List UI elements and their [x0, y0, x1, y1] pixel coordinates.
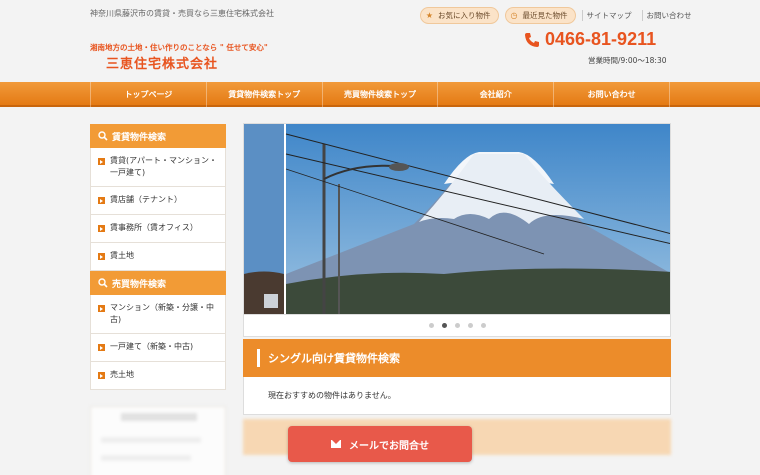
rental-search-heading: 賃貸物件検索	[90, 124, 226, 148]
nav-item-contact[interactable]: お問い合わせ	[553, 82, 670, 107]
arrow-bullet-icon	[98, 305, 105, 312]
nav-item-sale-search[interactable]: 売買物件検索トップ	[321, 82, 438, 107]
sidebar-item-label: 売土地	[110, 370, 134, 379]
slider-dot[interactable]	[480, 323, 486, 328]
star-icon: ★	[425, 10, 434, 20]
sidebar-item-rental-office[interactable]: 賃事務所（賃オフィス）	[90, 215, 226, 243]
mail-button-label: メールでお問合せ	[349, 440, 429, 452]
arrow-bullet-icon	[98, 372, 105, 379]
sidebar-item-label: マンション（新築・分譲・中古)	[110, 303, 214, 324]
section-heading: シングル向け賃貸物件検索	[243, 339, 671, 377]
recent-button[interactable]: ◷ 最近見た物件	[504, 6, 576, 24]
slider-pagination	[243, 315, 671, 337]
mail-icon	[331, 440, 341, 448]
mount-fuji-photo	[244, 124, 670, 314]
search-icon	[98, 131, 108, 141]
slider-dot[interactable]	[467, 323, 473, 328]
nav-item-rental-search[interactable]: 賃貸物件検索トップ	[205, 82, 322, 107]
sidebar-item-rental-store[interactable]: 賃店舗（テナント）	[90, 187, 226, 215]
sidebar-item-label: 賃店舗（テナント）	[110, 195, 182, 204]
sitemap-link[interactable]: サイトマップ	[581, 9, 636, 21]
business-hours: 営業時間/9:00～18:30	[588, 56, 667, 65]
arrow-bullet-icon	[98, 225, 105, 232]
sale-search-title: 売買物件検索	[112, 279, 167, 290]
global-nav: トップページ 賃貸物件検索トップ 売買物件検索トップ 会社紹介 お問い合わせ	[0, 82, 760, 107]
top-links: ★ お気に入り物件 ◷ 最近見た物件 サイトマップ お問い合わせ	[420, 6, 696, 24]
site-logo[interactable]: 三恵住宅株式会社	[106, 53, 218, 72]
heading-accent-bar	[257, 349, 260, 367]
sidebar-item-sale-mansion[interactable]: マンション（新築・分譲・中古)	[90, 295, 226, 334]
sale-search-heading: 売買物件検索	[90, 271, 226, 295]
sidebar-item-label: 一戸建て（新築・中古)	[110, 342, 194, 351]
slider-dot-active[interactable]	[441, 323, 447, 328]
hero-slider[interactable]	[243, 123, 671, 315]
arrow-bullet-icon	[98, 253, 105, 260]
recent-label: 最近見た物件	[522, 10, 568, 20]
search-icon	[98, 278, 108, 288]
sidebar-item-label: 賃貸(アパート・マンション・一戸建て)	[110, 156, 217, 177]
contact-link[interactable]: お問い合わせ	[641, 9, 696, 21]
sidebar: 賃貸物件検索 賃貸(アパート・マンション・一戸建て) 賃店舗（テナント） 賃事務…	[90, 124, 226, 475]
favorites-button[interactable]: ★ お気に入り物件	[420, 6, 499, 24]
sidebar-item-label: 賃事務所（賃オフィス）	[110, 223, 198, 232]
slider-dot[interactable]	[454, 323, 460, 328]
sidebar-item-rental-residential[interactable]: 賃貸(アパート・マンション・一戸建て)	[90, 148, 226, 187]
arrow-bullet-icon	[98, 344, 105, 351]
slider-dot[interactable]	[428, 323, 434, 328]
site-tagline: 神奈川県藤沢市の賃貸・売買なら三恵住宅株式会社	[90, 9, 274, 18]
section-title-text: シングル向け賃貸物件検索	[268, 352, 400, 365]
arrow-bullet-icon	[98, 197, 105, 204]
logo-subtitle: 湘南地方の土地・住い作りのことなら " 任せて安心"	[90, 43, 268, 52]
sidebar-item-sale-house[interactable]: 一戸建て（新築・中古)	[90, 334, 226, 362]
sidebar-item-label: 賃土地	[110, 251, 134, 260]
main-content: シングル向け賃貸物件検索 現在おすすめの物件はありません。	[243, 123, 671, 455]
sidebar-item-rental-land[interactable]: 賃土地	[90, 243, 226, 271]
empty-message: 現在おすすめの物件はありません。	[243, 377, 671, 415]
phone-number[interactable]: 0466-81-9211	[545, 29, 656, 50]
phone-icon	[525, 32, 539, 47]
nav-item-company[interactable]: 会社紹介	[437, 82, 553, 107]
mail-contact-button[interactable]: メールでお問合せ	[288, 426, 472, 462]
sidebar-item-sale-land[interactable]: 売土地	[90, 362, 226, 390]
history-icon: ◷	[510, 10, 518, 20]
phone-block: 0466-81-9211	[524, 29, 656, 50]
arrow-bullet-icon	[98, 158, 105, 165]
site-header: 神奈川県藤沢市の賃貸・売買なら三恵住宅株式会社 湘南地方の土地・住い作りのことな…	[0, 0, 760, 82]
favorites-label: お気に入り物件	[438, 10, 491, 20]
blurred-sidebar-widget	[90, 406, 226, 475]
nav-item-top[interactable]: トップページ	[90, 82, 206, 107]
rental-search-title: 賃貸物件検索	[112, 132, 167, 143]
